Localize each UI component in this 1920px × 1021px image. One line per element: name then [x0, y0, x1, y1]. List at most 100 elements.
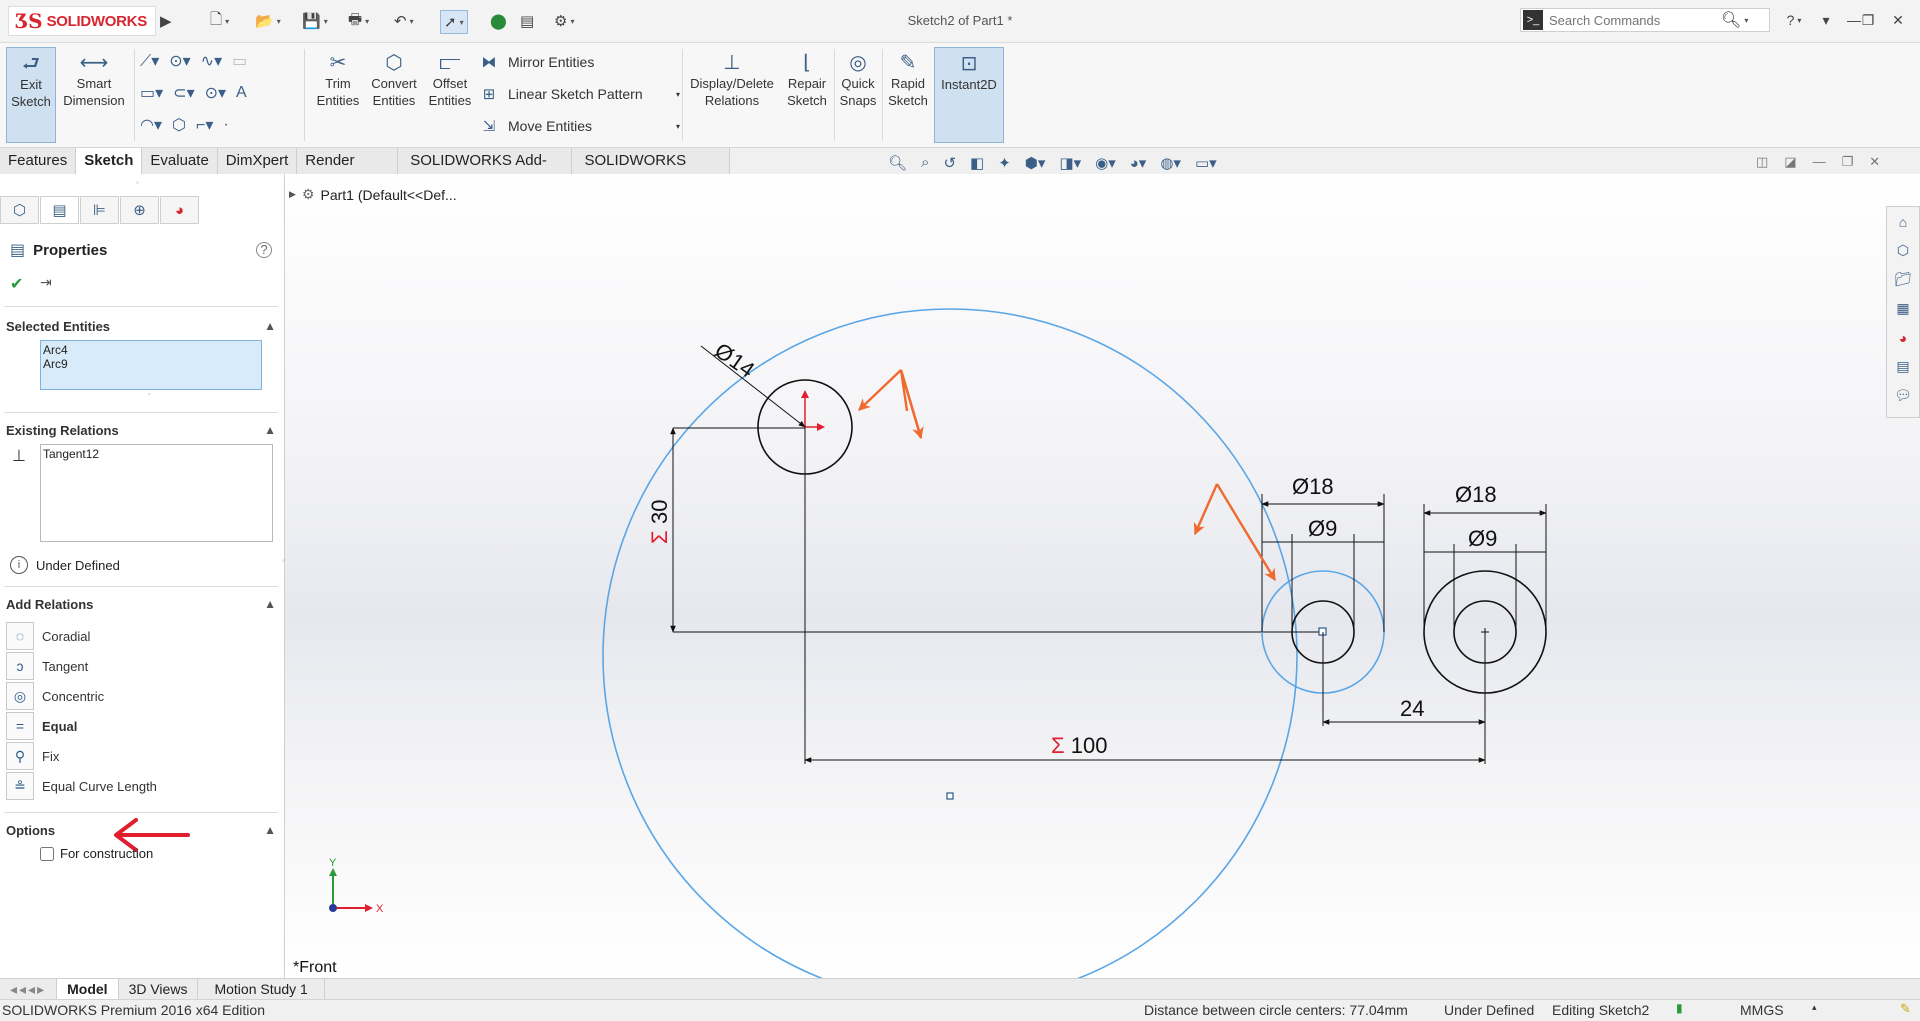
viewport-close-icon[interactable]: ✕	[1869, 154, 1880, 170]
sketch-drawing[interactable]: Ø 14 Σ 30 Ø18 Ø9 Ø18 Ø9 24 Σ 100 Y X *Fr…	[285, 174, 1920, 978]
large-arc[interactable]	[602, 308, 1298, 978]
quick-snaps-button[interactable]: ◎ Quick Snaps	[836, 47, 880, 143]
dim-18-a[interactable]: Ø18	[1292, 474, 1334, 499]
options-header[interactable]: Options ▲	[6, 820, 276, 840]
appearances-icon[interactable]: ◕	[1887, 323, 1919, 352]
selected-entities-header[interactable]: Selected Entities ▲	[6, 316, 276, 336]
viewport-minimize-icon[interactable]: —	[1813, 154, 1826, 170]
coradial-relation-button[interactable]: ◌ Coradial	[6, 622, 276, 650]
tab-features[interactable]: Features	[0, 148, 77, 174]
zoom-area-icon[interactable]: ⌕	[921, 154, 929, 172]
dim-18-b[interactable]: Ø18	[1455, 482, 1497, 507]
restore-icon[interactable]: ❐	[1854, 8, 1882, 32]
hide-show-icon[interactable]: ◉▾	[1095, 154, 1116, 172]
search-icon[interactable]: 🔍︎	[1721, 10, 1741, 30]
search-box[interactable]: >_ 🔍︎ ▾	[1520, 8, 1770, 32]
tab-model[interactable]: Model	[57, 979, 119, 999]
tab-mbd[interactable]: SOLIDWORKS MBD	[572, 148, 730, 195]
scenes-icon[interactable]: ◍▾	[1160, 154, 1181, 172]
fillet-icon[interactable]: ⌐▾	[196, 115, 213, 135]
previous-view-icon[interactable]: ↺	[943, 154, 956, 172]
custom-properties-icon[interactable]: ▤	[1887, 352, 1919, 381]
pushpin-icon[interactable]: ⇥	[40, 274, 52, 291]
print-icon[interactable]: 🖶 ▾	[348, 10, 369, 32]
zoom-to-fit-icon[interactable]: 🔍︎	[888, 154, 907, 172]
exit-sketch-button[interactable]: ⮐ Exit Sketch	[6, 47, 56, 143]
list-item[interactable]: Tangent12	[43, 447, 270, 461]
select-cursor-icon[interactable]: ➚ ▾	[440, 10, 468, 34]
file-explorer-icon[interactable]: ▦	[1887, 294, 1919, 323]
solidworks-logo[interactable]: ƷS SOLIDWORKS	[8, 6, 156, 36]
spline-icon[interactable]: ∿▾	[201, 51, 222, 71]
smart-dimension-button[interactable]: ⟷ Smart Dimension	[58, 47, 130, 143]
home-icon[interactable]: ⌂	[1887, 207, 1919, 236]
arc4-center-point[interactable]	[946, 792, 954, 800]
fix-relation-button[interactable]: ⚲ Fix	[6, 742, 276, 770]
circle-icon[interactable]: ⊙▾	[169, 51, 190, 71]
graphics-area[interactable]: ▶ ⚙ Part1 (Default<<Def... Ø 14 Σ 30 Ø18…	[285, 174, 1920, 978]
convert-entities-button[interactable]: ⬡ Convert Entities	[366, 47, 422, 143]
window-dropdown-icon[interactable]: ▾	[1812, 8, 1840, 32]
rapid-sketch-button[interactable]: ✎ Rapid Sketch	[886, 47, 930, 143]
tab-scroll-arrows[interactable]: ◂◂◂▸	[0, 979, 58, 999]
equal-curve-length-button[interactable]: ≗ Equal Curve Length	[6, 772, 276, 800]
tab-evaluate[interactable]: Evaluate	[142, 148, 218, 174]
instant2d-button[interactable]: ⊡ Instant2D	[934, 47, 1004, 143]
feature-manager-tab[interactable]: ⬡	[0, 196, 39, 224]
trim-entities-button[interactable]: ✂ Trim Entities	[310, 47, 366, 143]
list-item[interactable]: Arc4	[43, 343, 259, 357]
view-orientation-icon[interactable]: ⬢▾	[1025, 154, 1046, 172]
for-construction-option[interactable]: For construction	[40, 846, 153, 861]
dim-9-b[interactable]: Ø9	[1468, 526, 1497, 551]
notification-icon[interactable]: ✎	[1900, 1001, 1911, 1017]
pattern-dropdown-icon[interactable]: ▾	[676, 90, 680, 99]
dim-9-a[interactable]: Ø9	[1308, 516, 1337, 541]
repair-sketch-button[interactable]: ⌊ Repair Sketch	[782, 47, 832, 143]
offset-entities-button[interactable]: ⫍ Offset Entities	[424, 47, 476, 143]
open-folder-icon[interactable]: 📂 ▾	[255, 10, 281, 32]
tab-dimxpert[interactable]: DimXpert	[217, 148, 298, 174]
polygon-shape-icon[interactable]: ⬡	[172, 115, 186, 135]
tangent-relation-button[interactable]: ↄ Tangent	[6, 652, 276, 680]
rectangle-icon[interactable]: ▭▾	[140, 83, 163, 103]
move-entities-button[interactable]: ⇲ Move Entities ▾	[480, 113, 680, 139]
resources-icon[interactable]: ⬡	[1887, 236, 1919, 265]
existing-relations-header[interactable]: Existing Relations ▲	[6, 420, 276, 440]
new-document-icon[interactable]: 🗋 ▾	[210, 10, 229, 32]
section-view-icon[interactable]: ◧	[970, 154, 984, 172]
property-manager-tab[interactable]: ▤	[40, 196, 79, 224]
mirror-entities-button[interactable]: ⧓ Mirror Entities	[480, 49, 595, 75]
search-input[interactable]	[1547, 11, 1721, 29]
linear-sketch-pattern-button[interactable]: ⊞ Linear Sketch Pattern ▾	[480, 81, 680, 107]
rebuild-traffic-light-icon[interactable]: ⬤	[490, 10, 507, 32]
dim-24[interactable]: 24	[1400, 696, 1424, 721]
dynamic-annotation-icon[interactable]: ✦	[998, 154, 1011, 172]
display-style-icon[interactable]: ◨▾	[1059, 154, 1081, 172]
list-resize-handle[interactable]: ◦	[148, 391, 150, 398]
viewport-collapse-icon[interactable]: ◫	[1756, 154, 1768, 170]
point-icon[interactable]: ·	[223, 116, 228, 134]
dim-d14[interactable]: Ø 14	[710, 338, 759, 383]
dim-30[interactable]: Σ 30	[647, 500, 672, 544]
ok-check-icon[interactable]: ✔	[10, 274, 23, 294]
tab-3d-views[interactable]: 3D Views	[119, 979, 199, 999]
selected-entities-list[interactable]: Arc4 Arc9	[40, 340, 262, 390]
list-item[interactable]: Arc9	[43, 357, 259, 371]
undo-icon[interactable]: ↶ ▾	[394, 10, 414, 32]
surface-icon[interactable]: ▭	[232, 51, 247, 71]
concentric-relation-button[interactable]: ◎ Concentric	[6, 682, 276, 710]
view-settings-icon[interactable]: ▭▾	[1195, 154, 1217, 172]
slot-icon[interactable]: ⊂▾	[173, 83, 194, 103]
design-library-icon[interactable]: 📁︎	[1887, 265, 1919, 294]
existing-relations-list[interactable]: Tangent12	[40, 444, 273, 542]
display-manager-tab[interactable]: ◕	[160, 196, 199, 224]
help-button[interactable]: ? ▾	[1780, 8, 1808, 32]
menu-expand-icon[interactable]: ▶	[160, 10, 172, 32]
viewport-restore-icon[interactable]: ❐	[1842, 154, 1854, 170]
forum-icon[interactable]: 💬︎	[1887, 381, 1919, 410]
line-icon[interactable]: ⟋▾	[140, 51, 159, 71]
add-relations-header[interactable]: Add Relations ▲	[6, 594, 276, 614]
file-properties-icon[interactable]: ▤	[520, 10, 534, 32]
viewport-expand-icon[interactable]: ◪	[1784, 154, 1796, 170]
units-selector[interactable]: MMGS	[1740, 1002, 1784, 1018]
